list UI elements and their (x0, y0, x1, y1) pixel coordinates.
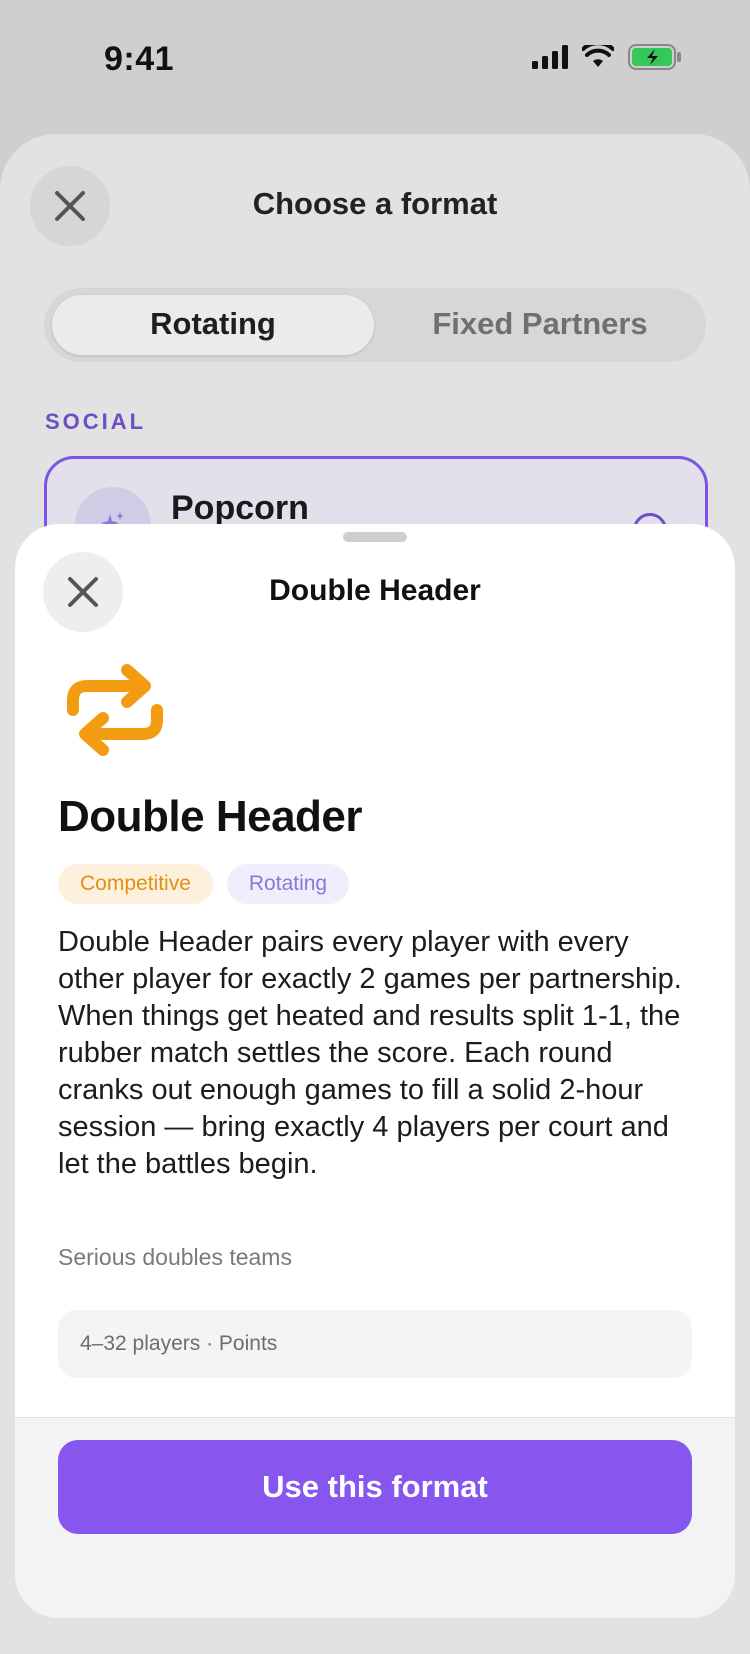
sheet-footer: Use this format (15, 1417, 735, 1618)
cellular-signal-icon (532, 45, 568, 69)
format-name-heading: Double Header (58, 792, 363, 841)
segment-fixed-partners[interactable]: Fixed Partners (374, 306, 706, 342)
segment-rotating[interactable]: Rotating (52, 306, 374, 342)
format-detail-sheet: Double Header Double Header Competitive … (15, 524, 735, 1618)
status-time: 9:41 (104, 40, 175, 78)
format-audience: Serious doubles teams (58, 1244, 292, 1270)
status-bar: 9:41 (0, 0, 750, 120)
repeat-icon (67, 664, 163, 756)
format-type-segmented-control[interactable]: Rotating Fixed Partners (44, 288, 706, 362)
tag-competitive: Competitive (58, 864, 213, 904)
format-meta-text: 4–32 players · Points (80, 1332, 278, 1355)
status-icons (532, 44, 682, 70)
section-label-social: SOCIAL (45, 409, 147, 434)
wifi-icon (582, 45, 614, 67)
format-description: Double Header pairs every player with ev… (58, 926, 682, 1180)
picker-title: Choose a format (252, 186, 498, 221)
sheet-grabber[interactable] (343, 532, 407, 542)
use-format-button[interactable]: Use this format (58, 1440, 692, 1534)
format-tags: Competitive Rotating (58, 864, 350, 904)
format-card-name: Popcorn (171, 489, 309, 527)
battery-charging-icon (628, 44, 681, 70)
sheet-title: Double Header (269, 574, 481, 607)
format-meta-box: 4–32 players · Points (58, 1310, 692, 1378)
tag-rotating: Rotating (226, 864, 350, 904)
